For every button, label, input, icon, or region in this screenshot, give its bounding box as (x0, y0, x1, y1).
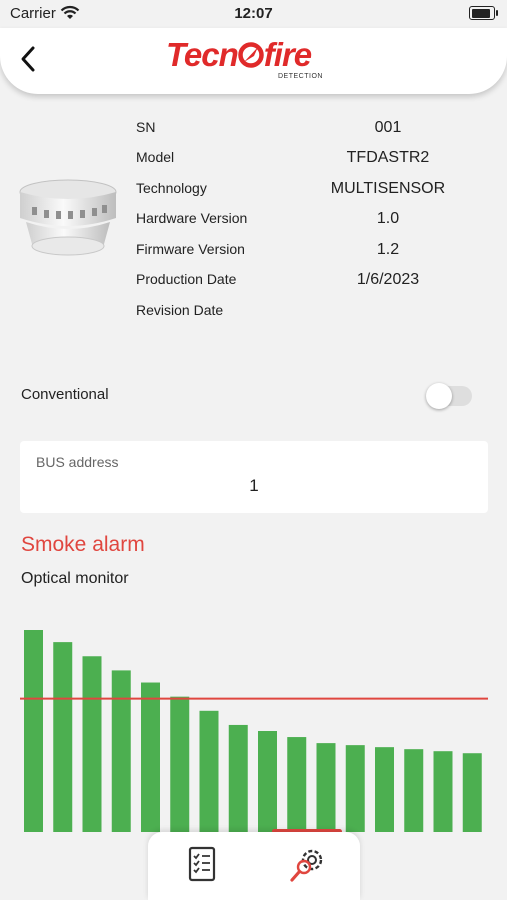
battery-icon (469, 6, 498, 20)
chart-bar-1 (24, 630, 43, 832)
chart-bar-14 (404, 749, 424, 832)
bus-address-value[interactable]: 1 (20, 476, 488, 496)
chart-bar-3 (82, 656, 102, 832)
chart-bar-11 (316, 743, 336, 832)
info-label-model: Model (136, 149, 175, 165)
chart-bar-2 (53, 642, 73, 832)
checklist-icon[interactable] (182, 844, 222, 886)
logo-text-part1: Tecn (166, 36, 239, 73)
bus-address-label: BUS address (36, 454, 119, 470)
back-chevron-icon[interactable] (14, 42, 42, 76)
chart-bar-13 (375, 747, 394, 832)
chart-bar-4 (111, 670, 131, 832)
info-value-sn: 001 (374, 119, 402, 136)
smoke-alarm-title: Smoke alarm (21, 533, 145, 556)
toggle-knob (426, 383, 452, 409)
gear-search-icon[interactable] (288, 844, 328, 886)
info-label-sn: SN (136, 119, 156, 135)
info-value-firmware-version: 1.2 (376, 241, 400, 258)
conventional-label: Conventional (21, 386, 109, 403)
clock: 12:07 (234, 5, 273, 22)
conventional-toggle[interactable] (426, 383, 472, 409)
chart-bar-16 (462, 753, 482, 832)
info-label-hardware-version: Hardware Version (136, 210, 248, 226)
chart-bar-6 (170, 696, 190, 832)
info-label-technology: Technology (136, 180, 207, 196)
chart-bar-15 (433, 751, 453, 832)
logo-flame-o-icon (238, 42, 264, 68)
info-value-model: TFDASTR2 (346, 149, 430, 166)
chart-bar-10 (287, 737, 307, 832)
optical-monitor-chart (20, 630, 488, 832)
info-value-hardware-version: 1.0 (376, 210, 400, 227)
info-value-technology: MULTISENSOR (330, 180, 446, 197)
chart-bar-5 (141, 682, 160, 832)
tecnofire-logo: Tecn fire DETECTION (166, 36, 346, 82)
bottom-tab-bar (148, 832, 360, 900)
chart-bar-9 (258, 731, 277, 832)
smoke-detector-image (19, 179, 117, 256)
info-value-production-date: 1/6/2023 (356, 271, 420, 288)
info-label-revision-date: Revision Date (136, 302, 224, 318)
chart-bar-12 (345, 745, 365, 832)
chart-bar-7 (199, 710, 219, 832)
optical-monitor-title: Optical monitor (21, 570, 129, 587)
chart-bar-8 (228, 724, 248, 832)
info-label-production-date: Production Date (136, 271, 237, 287)
logo-subtitle: DETECTION (278, 73, 323, 80)
bus-address-field[interactable]: BUS address 1 (20, 441, 488, 513)
app-header: Tecn fire DETECTION (0, 28, 507, 94)
logo-text-part2: fire (263, 36, 312, 73)
info-label-firmware-version: Firmware Version (136, 241, 245, 257)
status-bar: Carrier 12:07 (0, 0, 507, 28)
